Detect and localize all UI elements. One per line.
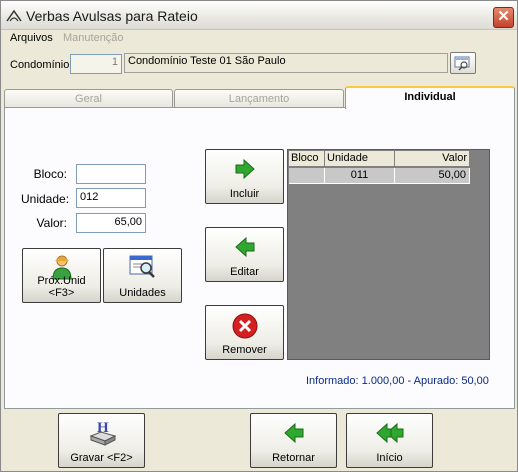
prox-unid-label: Próx.Unid <F3> [37,275,86,299]
incluir-button[interactable]: Incluir [205,149,284,204]
arrow-right-icon [235,159,255,179]
gravar-label: Gravar <F2> [70,452,133,464]
gravar-button[interactable]: H Gravar <F2> [58,413,145,468]
inicio-button[interactable]: Início [346,413,433,468]
condominio-code-field[interactable]: 1 [70,54,122,74]
retornar-button[interactable]: Retornar [250,413,337,468]
grid-cell-bloco[interactable] [289,168,325,184]
window-title: Verbas Avulsas para Rateio [26,8,198,24]
main-window: Verbas Avulsas para Rateio ✕ Arquivos Ma… [0,0,518,472]
remove-icon [232,313,257,339]
menu-bar: Arquivos Manutenção [1,31,517,46]
grid-cell-valor[interactable]: 50,00 [395,168,470,184]
valor-input[interactable]: 65,00 [76,213,146,233]
grid-header-valor[interactable]: Valor [395,151,470,167]
editar-button[interactable]: Editar [205,227,284,282]
title-bar: Verbas Avulsas para Rateio ✕ [1,1,517,30]
save-drive-icon: H [89,420,116,446]
remover-label: Remover [222,344,267,356]
tab-geral[interactable]: Geral [4,89,173,109]
inicio-label: Início [376,452,403,464]
search-list-icon [129,255,155,278]
unidade-label: Unidade: [21,192,70,206]
retornar-label: Retornar [272,452,315,464]
editar-label: Editar [230,266,259,278]
tab-strip: Geral Lançamento Individual [4,86,515,109]
condominio-label: Condomínio: [10,59,73,71]
unidades-grid[interactable]: Bloco Unidade Valor 011 50,00 [287,149,490,360]
menu-manutencao[interactable]: Manutenção [63,32,124,44]
valor-label: Valor: [36,216,67,230]
double-arrow-left-icon [375,423,403,443]
unidades-label: Unidades [119,287,166,299]
close-button[interactable]: ✕ [493,7,514,28]
unidades-button[interactable]: Unidades [103,248,182,303]
app-icon [6,9,22,23]
menu-arquivos[interactable]: Arquivos [10,32,53,44]
remover-button[interactable]: Remover [205,305,284,360]
tab-lancamento[interactable]: Lançamento [174,89,344,109]
condominio-search-button[interactable] [450,52,476,74]
tab-individual[interactable]: Individual [345,86,515,109]
grid-cell-unidade[interactable]: 011 [325,168,395,184]
condominio-name-field: Condomínio Teste 01 São Paulo [124,53,448,73]
bloco-label: Bloco: [33,167,67,181]
incluir-label: Incluir [229,188,260,200]
bloco-input[interactable] [76,164,146,184]
prox-unid-button[interactable]: Próx.Unid <F3> [22,248,101,303]
summary-text: Informado: 1.000,00 - Apurado: 50,00 [306,375,489,387]
grid-header-bloco[interactable]: Bloco [289,151,325,167]
unidade-input[interactable]: 012 [76,188,146,208]
search-icon [454,56,470,71]
close-icon: ✕ [497,8,510,25]
grid-header-unidade[interactable]: Unidade [325,151,395,167]
arrow-left-icon [283,423,303,443]
arrow-left-icon [234,237,254,257]
